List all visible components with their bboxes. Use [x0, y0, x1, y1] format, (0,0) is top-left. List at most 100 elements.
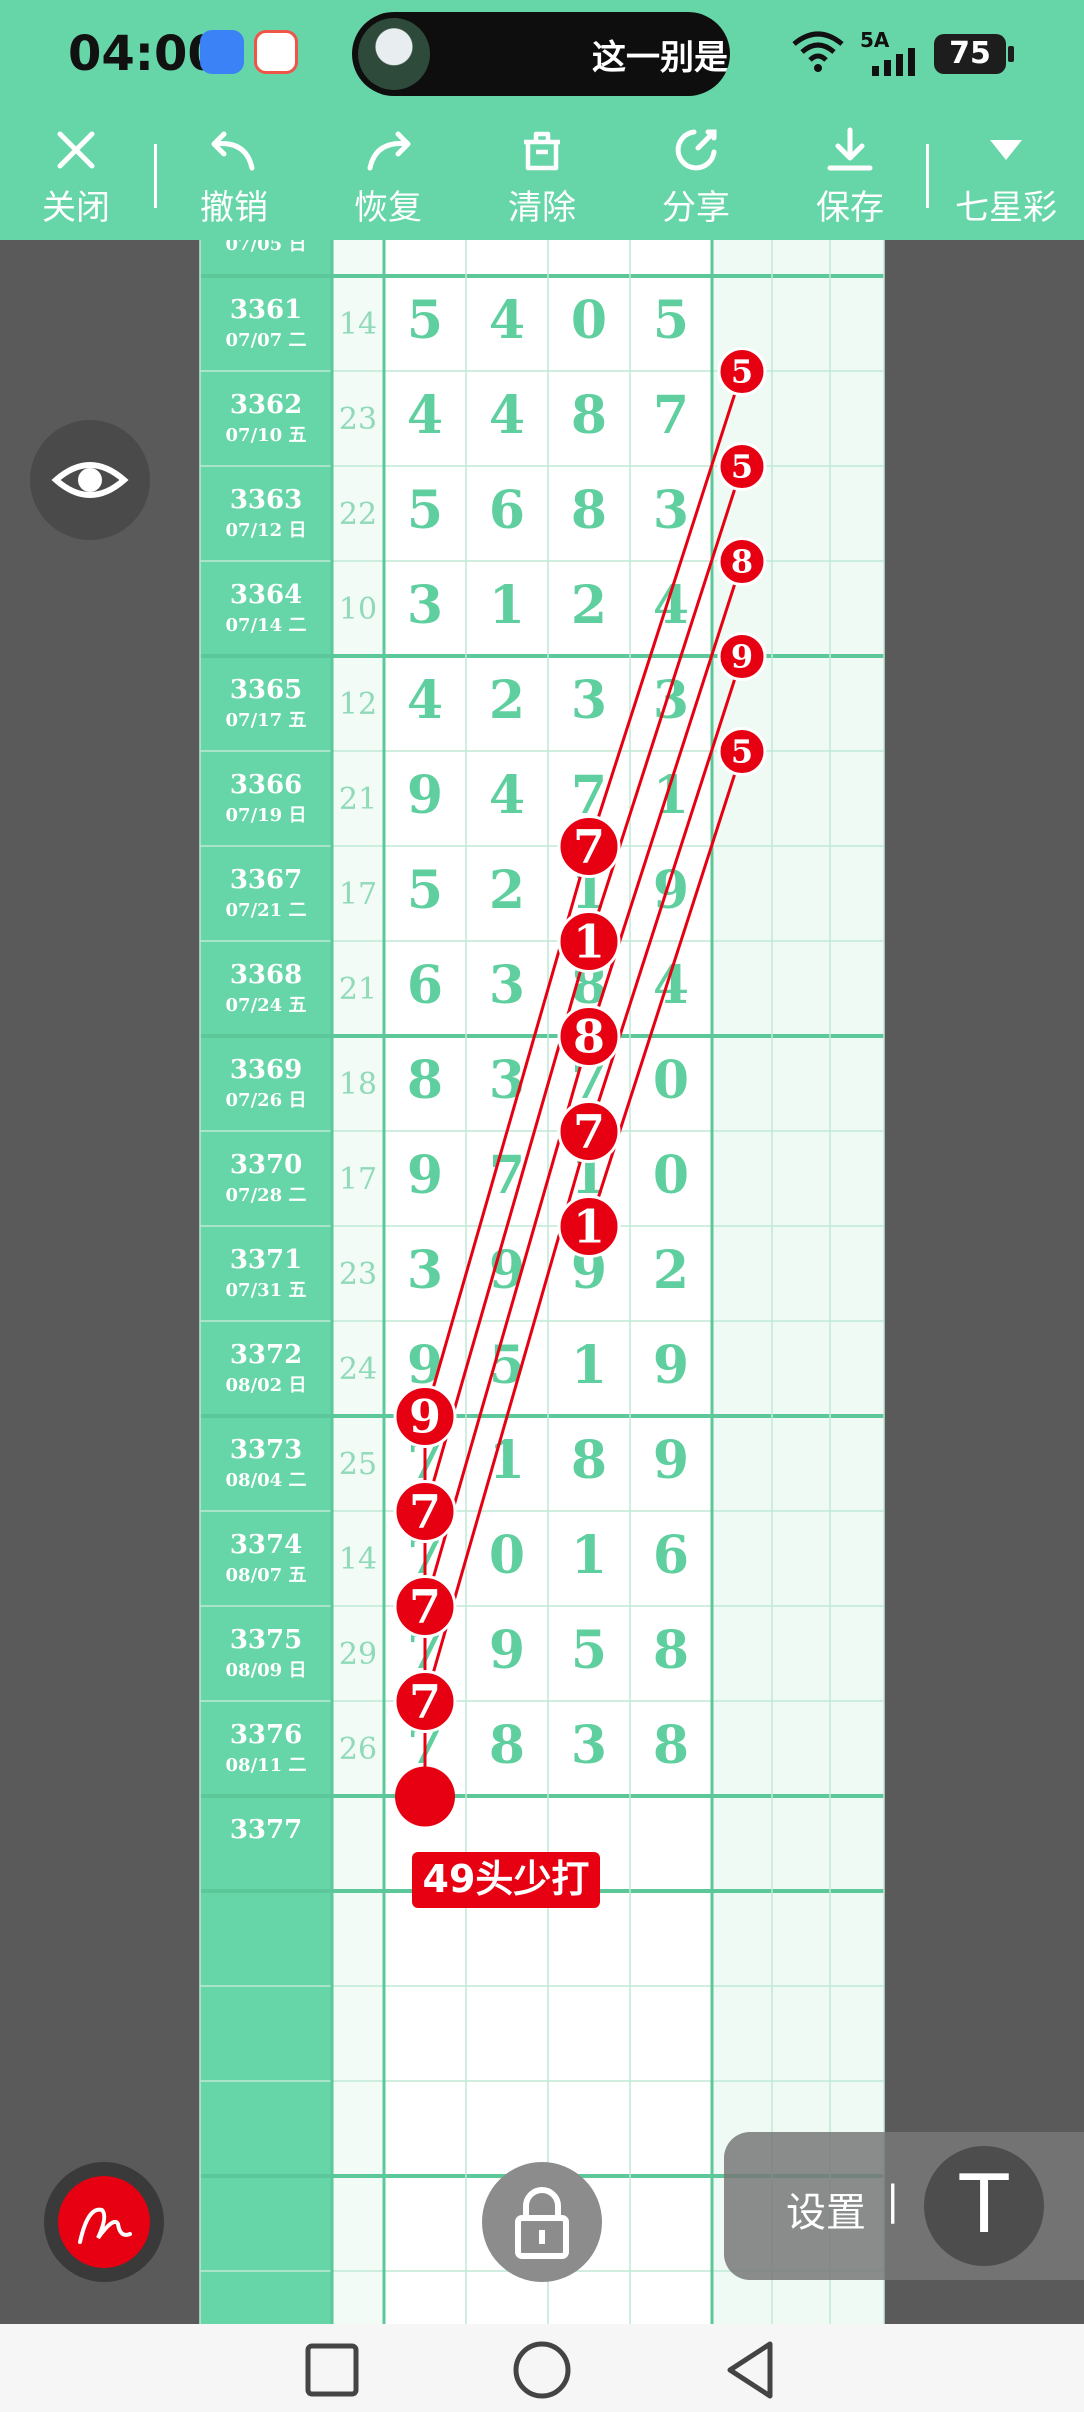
highlight-value: 7 [409, 1580, 441, 1634]
period-date: 07/26 日 [226, 1090, 307, 1111]
sum-value: 12 [339, 687, 377, 722]
highlight-value: 7 [573, 1105, 605, 1159]
dynamic-island-pill[interactable]: 这一别是 [352, 12, 730, 96]
digit-cell: 4 [489, 765, 525, 826]
pill-text: 这一别是 [592, 38, 728, 78]
period-number: 3371 [230, 1245, 302, 1275]
period-date: 08/09 日 [226, 1660, 307, 1681]
back-triangle-icon[interactable] [722, 2340, 778, 2400]
undo-label: 撤销 [200, 188, 268, 228]
trash-icon [524, 131, 560, 171]
digit-cell: 8 [571, 385, 607, 446]
sum-value: 18 [339, 1067, 377, 1102]
toolbar: 关闭 撤销 恢复 清除 分享 保存 七星彩 [0, 112, 1084, 240]
settings-separator: | [886, 2178, 900, 2224]
highlight-value: 9 [409, 1390, 441, 1444]
trend-chart[interactable]: 07/05 日 3361 07/07 二 14 5 4 0 5 3362 07/10 五 23 4 4 8… [0, 240, 1084, 2324]
pen-tool-inner [58, 2176, 150, 2268]
share-icon [675, 129, 717, 171]
period-number: 3372 [230, 1340, 302, 1370]
highlight-value: 8 [731, 543, 753, 581]
clear-button[interactable]: 清除 [482, 112, 602, 240]
sum-value: 17 [339, 1162, 377, 1197]
redo-button[interactable]: 恢复 [328, 112, 448, 240]
signal-icon [872, 48, 915, 76]
period-date: 08/11 二 [226, 1755, 307, 1776]
period-number: 3375 [230, 1625, 302, 1655]
digit-cell: 5 [407, 290, 443, 351]
toolbar-divider [926, 144, 929, 208]
digit-cell: 4 [489, 385, 525, 446]
text-tool-button[interactable]: T [924, 2146, 1044, 2266]
period-date: 07/31 五 [226, 1280, 307, 1301]
wifi-icon [792, 31, 844, 72]
lottery-type-dropdown[interactable]: 七星彩 [946, 112, 1066, 240]
lottery-type-label: 七星彩 [955, 188, 1057, 228]
close-label: 关闭 [42, 188, 110, 228]
close-icon [57, 131, 95, 169]
digit-cell: 8 [653, 1620, 689, 1681]
sum-value: 29 [339, 1637, 377, 1672]
digit-cell: 3 [407, 1240, 443, 1301]
save-button[interactable]: 保存 [790, 112, 910, 240]
period-date: 07/10 五 [226, 425, 307, 446]
period-number: 3363 [230, 485, 302, 515]
signature-icon [78, 2207, 132, 2244]
period-date: 07/21 二 [226, 900, 307, 921]
digit-cell: 9 [653, 1335, 689, 1396]
digit-cell: 8 [653, 1715, 689, 1776]
digit-cell: 0 [571, 290, 607, 351]
highlight-value: 1 [573, 1200, 605, 1254]
calendar-app-icon [254, 30, 298, 74]
highlight-value: 8 [573, 1010, 605, 1064]
digit-cell: 0 [653, 1050, 689, 1111]
sum-value: 25 [339, 1447, 377, 1482]
share-button[interactable]: 分享 [636, 112, 756, 240]
settings-panel: 设置 | T [724, 2132, 1084, 2280]
digit-cell: 8 [489, 1715, 525, 1776]
digit-cell: 3 [407, 575, 443, 636]
lock-button[interactable] [482, 2162, 602, 2282]
trend-chart-canvas[interactable]: 07/05 日336107/07 二 14 5 4 0 5336207/10 五 23 4 4 8… [0, 240, 1084, 2324]
period-number: 3365 [230, 675, 302, 705]
message-app-icon [200, 30, 244, 74]
settings-button[interactable]: 设置 [786, 2180, 866, 2238]
text-tool-icon: T [959, 2158, 1009, 2251]
period-date: 07/14 二 [226, 615, 307, 636]
save-label: 保存 [816, 188, 884, 228]
highlight-value: 7 [409, 1675, 441, 1729]
period-number: 3361 [230, 295, 302, 325]
digit-cell: 3 [653, 480, 689, 541]
digit-cell: 0 [653, 1145, 689, 1206]
pen-tool-button[interactable] [44, 2162, 164, 2282]
undo-icon [211, 131, 255, 171]
sum-value: 22 [339, 497, 377, 532]
digit-cell: 1 [571, 1335, 607, 1396]
digit-cell: 2 [653, 1240, 689, 1301]
recents-square-icon[interactable] [304, 2342, 360, 2398]
toolbar-divider [154, 144, 157, 208]
digit-cell: 3 [489, 955, 525, 1016]
digit-cell: 3 [571, 670, 607, 731]
period-date: 07/12 日 [226, 520, 307, 541]
sum-value: 24 [339, 1352, 377, 1387]
media-thumbnail [358, 18, 430, 90]
digit-cell: 0 [489, 1525, 525, 1586]
undo-button[interactable]: 撤销 [174, 112, 294, 240]
sum-value: 21 [339, 782, 377, 817]
period-number: 3374 [230, 1530, 302, 1560]
period-date: 07/19 日 [226, 805, 307, 826]
period-number: 3373 [230, 1435, 302, 1465]
digit-cell: 4 [407, 670, 443, 731]
period-date: 07/17 五 [226, 710, 307, 731]
redo-label: 恢复 [354, 188, 422, 228]
close-button[interactable]: 关闭 [16, 112, 136, 240]
eye-toggle-button[interactable] [30, 420, 150, 540]
sum-value: 23 [339, 402, 377, 437]
status-bar: 04:00 这一别是 5A 75 [0, 0, 1084, 112]
digit-cell: 9 [407, 1145, 443, 1206]
sum-value: 21 [339, 972, 377, 1007]
sum-value: 14 [339, 1542, 377, 1577]
period-date: 08/02 日 [226, 1375, 307, 1396]
home-circle-icon[interactable] [512, 2340, 572, 2400]
